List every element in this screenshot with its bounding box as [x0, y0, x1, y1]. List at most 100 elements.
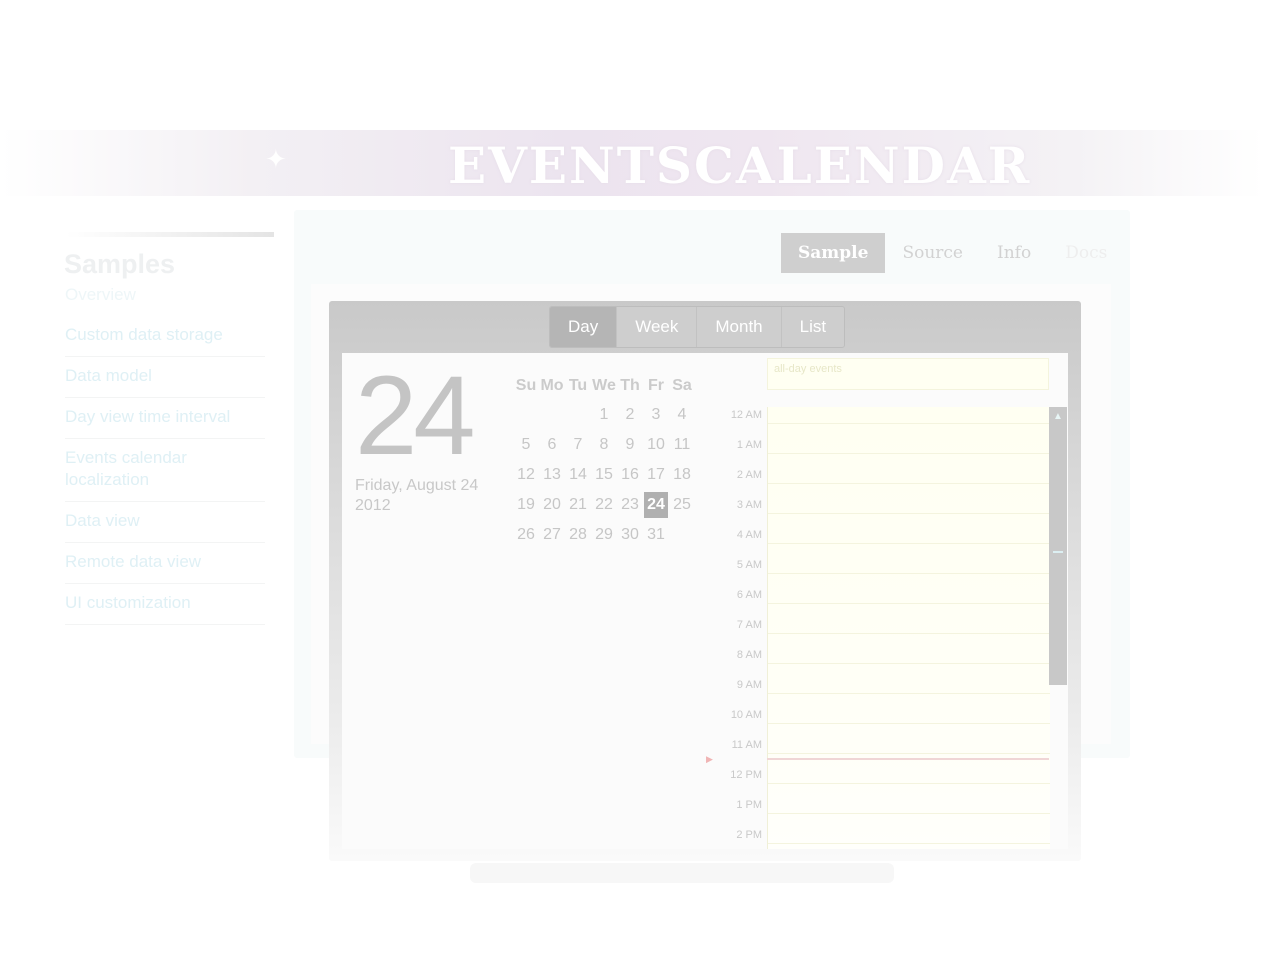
- mini-calendar-weekdays: Su Mo Tu We Th Fr Sa: [513, 372, 695, 400]
- calendar-day[interactable]: 12: [513, 460, 539, 490]
- hour-label: 12 PM: [730, 769, 762, 781]
- calendar-day[interactable]: 27: [539, 520, 565, 550]
- hour-label: 1 AM: [736, 439, 762, 451]
- mini-calendar-week: 19 20 21 22 23 24 25: [513, 490, 695, 520]
- tab-info[interactable]: Info: [980, 233, 1048, 273]
- sidebar-item-day-view-time-interval[interactable]: Day view time interval: [65, 398, 265, 439]
- mini-calendar-week: 12 13 14 15 16 17 18: [513, 460, 695, 490]
- sidebar-heading: Samples: [64, 249, 176, 279]
- calendar-day[interactable]: 15: [591, 460, 617, 490]
- hour-label: 2 PM: [736, 829, 762, 841]
- view-list-button[interactable]: List: [782, 307, 844, 347]
- view-day-button[interactable]: Day: [550, 307, 618, 347]
- calendar-day[interactable]: 28: [565, 520, 591, 550]
- mini-calendar-week: 5 6 7 8 9 10 11: [513, 430, 695, 460]
- hour-gridline: [768, 693, 1050, 694]
- mini-calendar: Su Mo Tu We Th Fr Sa 1 2 3 4 5 6 7 8 9 10 11 12 13 14…: [513, 372, 695, 550]
- current-time-line: [767, 758, 1049, 760]
- selected-date-label: Friday, August 24 2012: [355, 476, 505, 516]
- scroll-thumb[interactable]: [1053, 551, 1063, 553]
- calendar-day[interactable]: 25: [669, 490, 695, 520]
- calendar-day[interactable]: 4: [669, 400, 695, 430]
- sidebar-item-data-model[interactable]: Data model: [65, 357, 265, 398]
- tab-source[interactable]: Source: [885, 233, 980, 273]
- hour-gridline: [768, 843, 1050, 844]
- calendar-day[interactable]: 18: [669, 460, 695, 490]
- calendar-day[interactable]: 16: [617, 460, 643, 490]
- sidebar-item-ui-customization[interactable]: UI customization: [65, 584, 265, 625]
- calendar-day[interactable]: 1: [591, 400, 617, 430]
- calendar-day[interactable]: 11: [669, 430, 695, 460]
- weekday-label: Su: [515, 377, 537, 394]
- calendar-day[interactable]: 30: [617, 520, 643, 550]
- all-day-events-area[interactable]: all-day events: [767, 358, 1049, 390]
- calendar-day[interactable]: 5: [513, 430, 539, 460]
- hour-label: 11 AM: [731, 739, 762, 751]
- calendar-empty-cell: [539, 400, 565, 430]
- hour-gridline: [768, 603, 1050, 604]
- sidebar-item-custom-data-storage[interactable]: Custom data storage: [65, 316, 265, 357]
- current-time-arrow-icon: ▶: [706, 754, 713, 764]
- mini-calendar-week: 26 27 28 29 30 31: [513, 520, 695, 550]
- hour-gridline: [768, 423, 1050, 424]
- hour-label: 1 PM: [736, 799, 762, 811]
- weekday-label: Mo: [540, 377, 564, 394]
- view-switcher: Day Week Month List: [549, 306, 846, 348]
- calendar-day[interactable]: 6: [539, 430, 565, 460]
- view-week-button[interactable]: Week: [617, 307, 698, 347]
- day-time-grid[interactable]: [767, 407, 1050, 849]
- sidebar-item-data-view[interactable]: Data view: [65, 502, 265, 543]
- hour-gridline: [768, 753, 1050, 754]
- calendar-empty-cell: [669, 520, 695, 550]
- selected-date-weekday: Friday, August 24: [355, 477, 479, 494]
- sidebar-item-remote-data-view[interactable]: Remote data view: [65, 543, 265, 584]
- time-grid-scrollbar[interactable]: ▲: [1049, 407, 1067, 685]
- calendar-day[interactable]: 26: [513, 520, 539, 550]
- hour-gridline: [768, 573, 1050, 574]
- calendar-day[interactable]: 3: [643, 400, 669, 430]
- view-month-button[interactable]: Month: [697, 307, 782, 347]
- calendar-day[interactable]: 13: [539, 460, 565, 490]
- weekday-label: Fr: [648, 377, 664, 394]
- sidebar-item-localization[interactable]: Events calendar localization: [65, 439, 265, 502]
- hour-gridline: [768, 723, 1050, 724]
- calendar-day[interactable]: 24: [643, 490, 669, 520]
- hour-label: 12 AM: [730, 409, 762, 421]
- calendar-day[interactable]: 23: [617, 490, 643, 520]
- sidebar-item-overview[interactable]: Overview: [65, 284, 265, 316]
- calendar-day[interactable]: 7: [565, 430, 591, 460]
- calendar-day[interactable]: 8: [591, 430, 617, 460]
- calendar-day[interactable]: 22: [591, 490, 617, 520]
- calendar-day[interactable]: 2: [617, 400, 643, 430]
- hour-gridline: [768, 483, 1050, 484]
- hour-label: 2 AM: [736, 469, 762, 481]
- calendar-day[interactable]: 20: [539, 490, 565, 520]
- scroll-up-icon[interactable]: ▲: [1053, 411, 1063, 422]
- calendar-day[interactable]: 17: [643, 460, 669, 490]
- hour-gridline: [768, 633, 1050, 634]
- calendar-empty-cell: [565, 400, 591, 430]
- calendar-day[interactable]: 29: [591, 520, 617, 550]
- tab-sample[interactable]: Sample: [781, 233, 886, 273]
- calendar-day[interactable]: 10: [643, 430, 669, 460]
- weekday-label: We: [592, 377, 616, 394]
- page-footer-bar: [470, 863, 894, 883]
- hour-gridline: [768, 513, 1050, 514]
- calendar-day-today[interactable]: 24: [644, 492, 668, 518]
- calendar-day[interactable]: 9: [617, 430, 643, 460]
- calendar-day[interactable]: 19: [513, 490, 539, 520]
- hour-label: 3 AM: [736, 499, 762, 511]
- hour-label: 10 AM: [730, 709, 762, 721]
- calendar-day[interactable]: 31: [643, 520, 669, 550]
- calendar-day[interactable]: 21: [565, 490, 591, 520]
- weekday-label: Th: [620, 377, 640, 394]
- hour-label: 8 AM: [736, 649, 762, 661]
- tab-docs[interactable]: Docs: [1048, 233, 1124, 273]
- hour-gridline: [768, 453, 1050, 454]
- app-title: EVENTSCALENDAR: [448, 136, 1032, 195]
- header-banner: ✦ EVENTSCALENDAR: [0, 130, 1264, 196]
- weekday-label: Tu: [568, 377, 588, 394]
- mini-calendar-week: 1234: [513, 400, 695, 430]
- sidebar-divider: [66, 232, 274, 237]
- calendar-day[interactable]: 14: [565, 460, 591, 490]
